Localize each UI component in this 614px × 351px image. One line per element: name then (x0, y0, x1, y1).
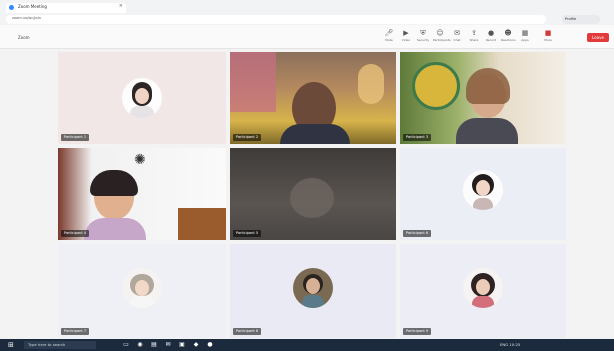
chat-label: Chat (453, 38, 461, 42)
taskbar: ⊞ Type here to search ▭ ◉ ▤ ✉ ▣ ◆ ● ENG … (0, 339, 614, 351)
system-tray[interactable]: ENG 10:25 (500, 341, 520, 349)
participant-name: Participant 3 (403, 134, 432, 141)
participants-button[interactable]: ☺ Participants (433, 28, 451, 46)
avatar (122, 268, 162, 308)
participant-tile[interactable]: Participant 8 (230, 244, 396, 338)
more-label: More (544, 38, 552, 42)
url-text: zoom.us/wc/join (12, 16, 41, 20)
app-icon[interactable]: ◆ (192, 341, 200, 349)
folder-icon[interactable]: ▤ (150, 341, 158, 349)
meeting-toolbar: Zoom 🎤︎ Mute ▶ Video ⛨ Security ☺ Partic… (0, 25, 614, 49)
record-label: Record (485, 38, 497, 42)
participant-tile[interactable]: ✺ Participant 4 (58, 148, 226, 240)
video-button[interactable]: ▶ Video (399, 28, 413, 46)
mail-icon[interactable]: ✉ (164, 341, 172, 349)
apps-icon: ▦ (521, 29, 529, 37)
browser-icon[interactable]: ◉ (136, 341, 144, 349)
participants-icon: ☺ (436, 29, 444, 37)
reactions-icon: ☻ (504, 29, 512, 37)
participant-name: Participant 1 (61, 134, 90, 141)
participant-tile[interactable]: Participant 2 (230, 52, 396, 144)
participant-name: Participant 2 (233, 134, 262, 141)
record-icon: ● (487, 29, 495, 37)
participant-name: Participant 7 (61, 328, 90, 335)
search-placeholder: Type here to search (28, 342, 66, 347)
avatar (293, 268, 333, 308)
reactions-label: Reactions (501, 38, 516, 42)
participant-name: Participant 6 (403, 230, 432, 237)
participant-name: Participant 8 (233, 328, 262, 335)
reactions-button[interactable]: ☻ Reactions (501, 28, 516, 46)
participant-name: Participant 9 (403, 328, 432, 335)
record-button[interactable]: ● Record (484, 28, 498, 46)
avatar (463, 268, 503, 308)
participant-tile[interactable]: Participant 1 (58, 52, 226, 144)
mute-button[interactable]: 🎤︎ Mute (382, 28, 396, 46)
share-label: Share (469, 38, 479, 42)
zoom-favicon-icon (9, 5, 14, 10)
address-bar[interactable]: zoom.us/wc/join (6, 15, 546, 24)
taskbar-search[interactable]: Type here to search (24, 341, 96, 349)
apps-label: Apps (521, 38, 529, 42)
task-view-icon[interactable]: ▭ (122, 341, 130, 349)
avatar (122, 78, 162, 118)
share-icon: ⇪ (471, 29, 477, 37)
screen: Zoom Meeting × zoom.us/wc/join Profile Z… (0, 0, 614, 351)
apps-button[interactable]: ▦ Apps (518, 28, 532, 46)
avatar (463, 170, 503, 210)
participant-name: Participant 4 (61, 230, 90, 237)
security-label: Security (416, 38, 430, 42)
close-icon[interactable]: × (119, 3, 123, 9)
mute-label: Mute (385, 38, 393, 42)
participant-tile[interactable]: Participant 5 (230, 148, 396, 240)
profile-button[interactable]: Profile (562, 15, 600, 24)
chat-button[interactable]: ✉ Chat (450, 28, 464, 46)
share-button[interactable]: ⇪ Share (467, 28, 481, 46)
browser-tab[interactable]: Zoom Meeting × (6, 3, 126, 13)
participant-tile[interactable]: Participant 7 (58, 244, 226, 338)
meeting-label: Zoom (18, 35, 30, 40)
participant-tile[interactable]: Participant 3 (400, 52, 566, 144)
more-icon: ■ (544, 29, 552, 37)
zoom-taskbar-icon[interactable]: ● (206, 341, 214, 349)
security-icon: ⛨ (420, 29, 426, 37)
security-button[interactable]: ⛨ Security (416, 28, 430, 46)
mute-icon: 🎤︎ (384, 29, 394, 37)
windows-start-icon[interactable]: ⊞ (8, 341, 16, 349)
participant-name: Participant 5 (233, 230, 262, 237)
leave-button[interactable]: Leave (587, 33, 609, 42)
more-button[interactable]: ■ More (541, 28, 555, 46)
video-icon: ▶ (403, 29, 409, 37)
store-icon[interactable]: ▣ (178, 341, 186, 349)
participant-tile[interactable]: Participant 9 (400, 244, 566, 338)
chat-icon: ✉ (454, 29, 460, 37)
participant-tile[interactable]: Participant 6 (400, 148, 566, 240)
gallery-view: Participant 1 Participant 2 Participant … (58, 52, 566, 338)
profile-label: Profile (565, 17, 577, 21)
tab-title: Zoom Meeting (18, 4, 47, 9)
participants-label: Participants (433, 38, 451, 42)
video-label: Video (401, 38, 411, 42)
